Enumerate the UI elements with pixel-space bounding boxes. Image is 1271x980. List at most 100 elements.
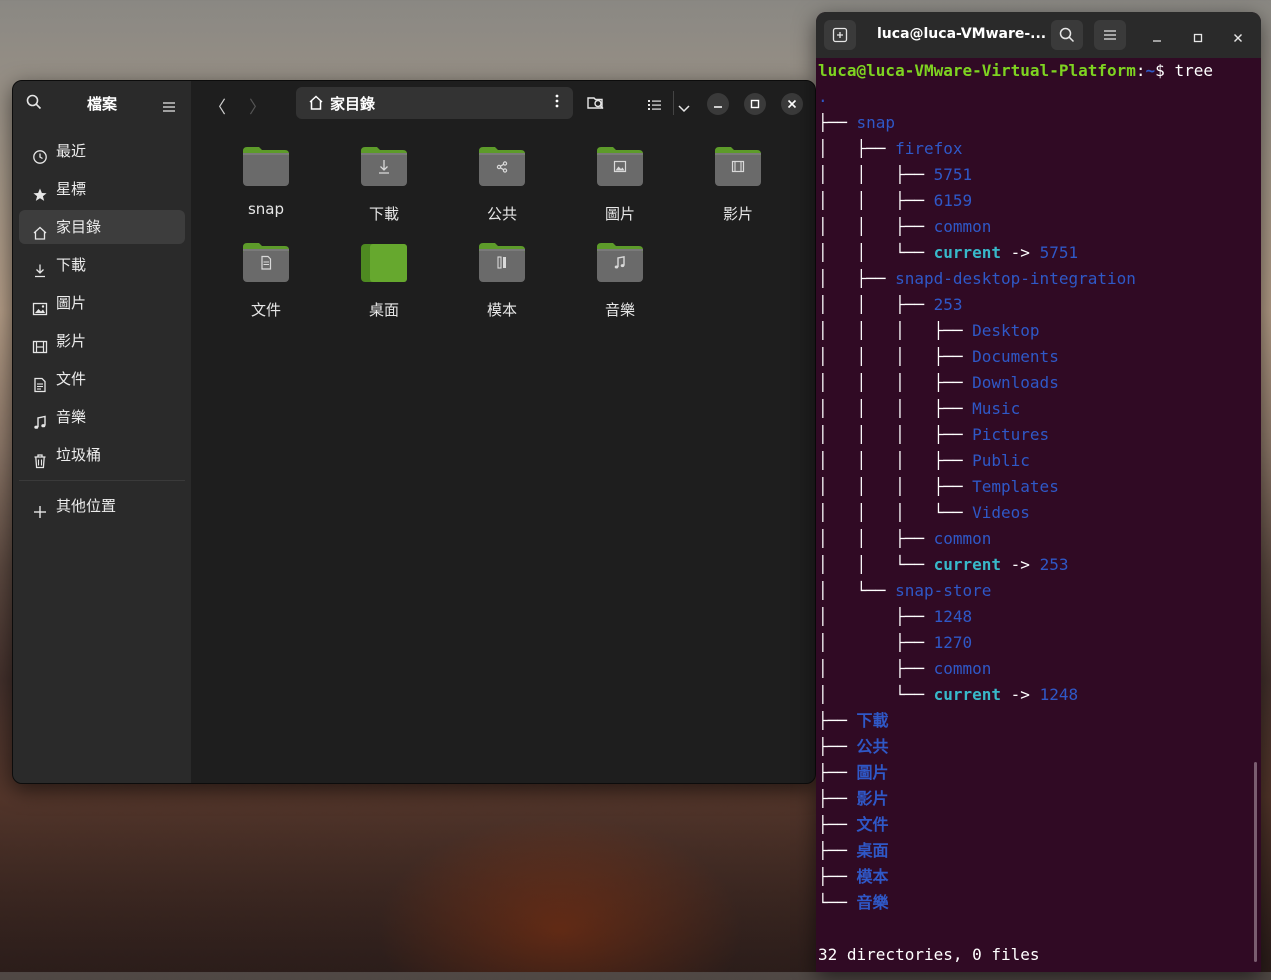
terminal-menu-button[interactable] — [1094, 20, 1126, 50]
folder-item[interactable]: 影片 — [683, 143, 793, 229]
new-tab-button[interactable] — [824, 20, 856, 50]
command-text: tree — [1174, 61, 1213, 80]
sidebar-item-label: 文件 — [56, 370, 87, 388]
sidebar-item-label: 圖片 — [56, 294, 87, 312]
tree-branch: │ │ │ └── — [818, 503, 973, 522]
symlink-name: current — [933, 555, 1002, 574]
folder-share-icon — [478, 143, 526, 187]
sidebar-item-trash[interactable]: 垃圾桶 — [19, 438, 185, 472]
symlink-name: current — [933, 243, 1002, 262]
directory-name: 音樂 — [856, 893, 889, 912]
document-icon — [32, 371, 48, 393]
folder-video-icon — [714, 143, 762, 187]
folder-download-icon — [360, 143, 408, 187]
directory-name: 5751 — [933, 165, 973, 184]
tree-branch: │ │ ├── — [818, 191, 934, 210]
terminal-search-button[interactable] — [1051, 20, 1083, 50]
folder-label: 公共 — [486, 205, 517, 223]
sidebar-item-clock[interactable]: 最近 — [19, 134, 185, 168]
search-folder-icon[interactable] — [587, 94, 606, 115]
hamburger-menu-icon[interactable] — [163, 97, 175, 116]
folder-item[interactable]: 文件 — [211, 239, 321, 325]
sidebar-item-star[interactable]: 星標 — [19, 172, 185, 206]
symlink-target: 5751 — [1039, 243, 1079, 262]
sidebar-item-document[interactable]: 文件 — [19, 362, 185, 396]
tree-line: ├── snap — [818, 110, 895, 136]
tree-line: │ ├── firefox — [818, 136, 963, 162]
symlink-target: 1248 — [1039, 685, 1079, 704]
star-icon — [32, 181, 48, 201]
forward-icon[interactable]: 〉 — [249, 93, 266, 118]
sidebar-item-download[interactable]: 下載 — [19, 248, 185, 282]
tree-branch: ├── — [818, 815, 857, 834]
folder-item[interactable]: 圖片 — [565, 143, 675, 229]
terminal-window: luca@luca-VMware-... luca@luca-VMware-Vi… — [816, 12, 1261, 972]
sidebar-item-label: 音樂 — [56, 408, 87, 426]
tree-branch: │ ├── — [818, 607, 934, 626]
sidebar-item-music[interactable]: 音樂 — [19, 400, 185, 434]
list-view-icon[interactable] — [648, 96, 661, 115]
folder-item[interactable]: 模本 — [447, 239, 557, 325]
sidebar: 檔案 最近 星標 家目錄 下載 圖片 影片 文件 音樂 垃圾桶 其他位置 — [13, 81, 191, 783]
sidebar-item-film[interactable]: 影片 — [19, 324, 185, 358]
chevron-down-icon[interactable] — [678, 98, 690, 117]
symlink-arrow: -> — [1001, 555, 1040, 574]
maximize-icon[interactable] — [1193, 28, 1203, 47]
terminal-headerbar: luca@luca-VMware-... — [816, 12, 1261, 58]
sidebar-item-other-locations[interactable]: 其他位置 — [19, 489, 185, 523]
tree-line: │ │ └── current -> 5751 — [818, 240, 1078, 266]
minimize-icon[interactable] — [1152, 28, 1162, 47]
symlink-arrow: -> — [1001, 243, 1040, 262]
sidebar-item-home[interactable]: 家目錄 — [19, 210, 185, 244]
tree-line: │ │ ├── common — [818, 214, 991, 240]
folder-item[interactable]: 音樂 — [565, 239, 675, 325]
directory-name: common — [933, 217, 992, 236]
directory-name: 下載 — [856, 711, 889, 730]
directory-name: Music — [972, 399, 1021, 418]
terminal-output[interactable]: luca@luca-VMware-Virtual-Platform:~$ tre… — [818, 58, 1261, 972]
folder-desktop-icon — [360, 239, 408, 283]
headerbar: 〈 〉 家目錄 — [191, 81, 815, 125]
more-options-icon[interactable] — [555, 94, 559, 112]
tree-branch: │ │ └── — [818, 555, 934, 574]
folder-label: 文件 — [250, 301, 281, 319]
tree-branch: ├── — [818, 841, 857, 860]
directory-name: Public — [972, 451, 1030, 470]
minimize-button[interactable] — [707, 93, 729, 115]
tree-line: │ ├── 1270 — [818, 630, 972, 656]
tree-branch: │ │ │ ├── — [818, 373, 973, 392]
close-button[interactable] — [781, 93, 803, 115]
folder-item[interactable]: 下載 — [329, 143, 439, 229]
folder-item[interactable]: snap — [211, 143, 321, 229]
maximize-button[interactable] — [744, 93, 766, 115]
tree-line: │ │ │ ├── Public — [818, 448, 1030, 474]
directory-name: common — [933, 529, 992, 548]
film-icon — [32, 333, 48, 354]
sidebar-item-picture[interactable]: 圖片 — [19, 286, 185, 320]
tree-branch: │ ├── — [818, 269, 896, 288]
folder-label: 圖片 — [604, 205, 635, 223]
back-icon[interactable]: 〈 — [209, 93, 226, 118]
folder-music-icon — [596, 239, 644, 283]
symlink-target: 253 — [1039, 555, 1069, 574]
tree-line: ├── 桌面 — [818, 838, 889, 864]
tree-branch: │ │ └── — [818, 243, 934, 262]
tree-line: ├── 下載 — [818, 708, 889, 734]
directory-name: common — [933, 659, 992, 678]
tree-line: │ └── snap-store — [818, 578, 991, 604]
directory-name: Documents — [972, 347, 1059, 366]
toolbar-separator — [673, 91, 674, 115]
directory-name: 6159 — [933, 191, 973, 210]
directory-name: 圖片 — [856, 763, 889, 782]
folder-item[interactable]: 公共 — [447, 143, 557, 229]
terminal-scrollbar[interactable] — [1254, 762, 1257, 962]
path-bar[interactable]: 家目錄 — [296, 87, 573, 119]
tree-line: │ │ │ └── Videos — [818, 500, 1030, 526]
close-icon[interactable] — [1233, 28, 1243, 47]
tree-line: ├── 影片 — [818, 786, 889, 812]
folder-item[interactable]: 桌面 — [329, 239, 439, 325]
tree-branch: ├── — [818, 789, 857, 808]
tree-line: ├── 文件 — [818, 812, 889, 838]
folder-document-icon — [242, 239, 290, 283]
tree-branch: ├── — [818, 711, 857, 730]
